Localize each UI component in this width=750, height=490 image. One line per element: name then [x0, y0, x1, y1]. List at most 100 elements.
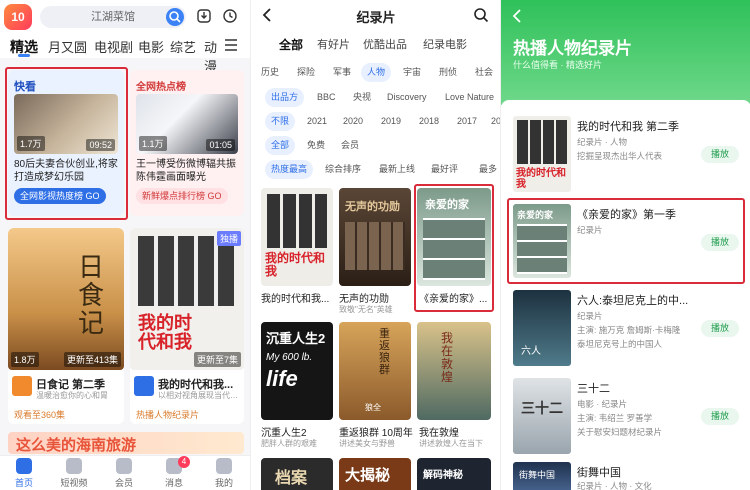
list-item[interactable]: 亲爱的家 《亲爱的家》第一季 纪录片 播放: [501, 202, 750, 286]
chip-love-nature[interactable]: Love Nature: [439, 88, 500, 107]
poster-title: 解码神秘: [423, 470, 463, 481]
chip-discovery[interactable]: Discovery: [381, 88, 433, 107]
chip-hottest[interactable]: 热度最高: [265, 160, 314, 179]
chip-2018[interactable]: 2018: [413, 112, 445, 131]
tab-doc-movies[interactable]: 纪录电影: [423, 36, 467, 52]
category-link[interactable]: 热播人物纪录片: [136, 408, 199, 421]
chip-2019[interactable]: 2019: [375, 112, 407, 131]
chip-best-rated[interactable]: 最好评: [425, 160, 464, 179]
chip-history[interactable]: 历史: [255, 63, 285, 82]
tab-variety[interactable]: 综艺: [170, 37, 196, 56]
list-item[interactable]: 三十二 三十二 电影 · 纪录片 主演: 韦绍兰 罗善学 关于慰安妇题材纪录片 …: [501, 378, 750, 462]
chip-overall[interactable]: 综合排序: [319, 160, 367, 179]
search-input[interactable]: 江湖菜馆: [40, 6, 186, 28]
tab-movie[interactable]: 电影: [138, 37, 164, 56]
chip-free[interactable]: 免费: [301, 136, 331, 155]
back-icon[interactable]: [511, 8, 523, 24]
item-title[interactable]: 《亲爱的家》...: [419, 290, 493, 305]
chip-year-more[interactable]: 20: [485, 112, 500, 131]
list-item[interactable]: 街舞中国 街舞中国 纪录片 · 人物 · 文化: [501, 462, 750, 490]
chip-society[interactable]: 社会: [469, 63, 499, 82]
show-card-rishiji[interactable]: 日食记 1.8万 更新至413集 日食记 第二季 温暖治愈你的心和胃 观看至36…: [8, 228, 124, 424]
chip-2017[interactable]: 2017: [451, 112, 483, 131]
portrait-grid: [138, 236, 234, 306]
poster-decode[interactable]: 解码神秘: [417, 458, 491, 490]
rishiji-poster[interactable]: 日食记 1.8万 更新至413集: [8, 228, 124, 370]
chip-producer[interactable]: 出品方: [265, 88, 305, 107]
item-title[interactable]: 我在敦煌: [419, 424, 493, 439]
item-title[interactable]: 沉重人生2: [261, 424, 335, 439]
play-button[interactable]: 播放: [701, 146, 739, 163]
poster-mytime[interactable]: 我的时代和我: [261, 188, 333, 286]
poster-dunhuang[interactable]: 我在敦煌: [417, 322, 491, 420]
item-title[interactable]: 无声的功勋: [339, 290, 413, 305]
search-placeholder: 江湖菜馆: [91, 11, 135, 23]
chip-people[interactable]: 人物: [361, 63, 392, 82]
chip-crime[interactable]: 刑侦: [433, 63, 463, 82]
poster-wolf-return[interactable]: 重返狼群 狼全: [339, 322, 411, 420]
chip-2020[interactable]: 2020: [337, 112, 369, 131]
quick-look-card[interactable]: 快看 1.7万 09:52 80后夫妻合伙创业,将家打造成梦幻乐园 全网影视热度…: [8, 70, 124, 216]
chip-most[interactable]: 最多: [473, 160, 500, 179]
app-badge-icon: [12, 376, 32, 396]
chip-any-year[interactable]: 不限: [265, 112, 296, 131]
poster-title: 亲爱的家: [517, 210, 554, 220]
chip-all[interactable]: 全部: [265, 136, 296, 155]
profile-icon: [216, 458, 232, 474]
fresh-ranking-pill[interactable]: 新鲜爆点排行榜 GO: [136, 188, 228, 204]
play-button[interactable]: 播放: [701, 408, 739, 425]
item-meta: 纪录片: [577, 311, 603, 321]
hot-list-thumbnail[interactable]: 1.1万 01:05: [136, 94, 238, 154]
poster-dear-home[interactable]: 亲爱的家: [417, 188, 491, 286]
history-icon[interactable]: [222, 8, 238, 24]
portrait-grid: [517, 120, 567, 164]
tab-tv[interactable]: 电视剧: [94, 37, 133, 56]
poster-reveal[interactable]: 大揭秘: [339, 458, 411, 490]
chip-cctv[interactable]: 央视: [347, 88, 377, 107]
search-icon[interactable]: [166, 8, 184, 26]
mytime-poster[interactable]: 我的时代和我 独播 更新至7集: [130, 228, 244, 370]
portrait-grid: [267, 194, 327, 248]
play-button[interactable]: 播放: [701, 320, 739, 337]
chip-bbc[interactable]: BBC: [311, 88, 342, 107]
download-icon[interactable]: [196, 8, 212, 24]
nav-home[interactable]: 首页: [6, 458, 42, 489]
nav-short-video[interactable]: 短视频: [56, 458, 92, 489]
chip-2021[interactable]: 2021: [301, 112, 333, 131]
play-button[interactable]: 播放: [701, 234, 739, 251]
show-card-mytime[interactable]: 我的时代和我 独播 更新至7集 我的时代和我... 以相对视角展现当代中华人代表…: [130, 228, 244, 424]
poster-silent-merit[interactable]: 无声的功勋: [339, 188, 411, 286]
chip-newest[interactable]: 最新上线: [373, 160, 421, 179]
tab-moon[interactable]: 月又圆: [48, 37, 87, 56]
list-item[interactable]: 我的时代和我 我的时代和我 第二季 纪录片 · 人物 挖掘呈现杰出华人代表 播放: [501, 114, 750, 198]
views-badge: 1.1万: [139, 136, 167, 151]
search-icon[interactable]: [473, 7, 489, 23]
chip-military[interactable]: 军事: [327, 63, 357, 82]
chip-universe[interactable]: 宇宙: [397, 63, 427, 82]
list-item[interactable]: 六人 六人:泰坦尼克上的中... 纪录片 主演: 施万克 詹姆斯·卡梅隆 泰坦尼…: [501, 290, 750, 374]
nav-messages[interactable]: 消息 4: [156, 456, 192, 489]
tab-good-films[interactable]: 有好片: [317, 36, 350, 52]
tab-all[interactable]: 全部: [279, 36, 303, 53]
quick-look-thumbnail[interactable]: 1.7万 09:52: [14, 94, 118, 154]
chip-vip[interactable]: 会员: [335, 136, 365, 155]
next-banner[interactable]: 这么美的海南旅游: [8, 432, 244, 454]
tab-youku-original[interactable]: 优酷出品: [363, 36, 407, 52]
continue-watching-link[interactable]: 观看至360集: [14, 408, 65, 421]
item-title[interactable]: 我的时代和我...: [261, 290, 335, 305]
item-title[interactable]: 重返狼群 10周年: [339, 424, 413, 439]
nav-me[interactable]: 我的: [206, 458, 242, 489]
message-count-badge: 4: [178, 456, 190, 468]
poster-archive[interactable]: 档案: [261, 458, 333, 490]
item-meta: 纪录片: [577, 225, 603, 235]
hot-ranking-pill[interactable]: 全网影视热度榜 GO: [14, 188, 106, 204]
people-doc-panel: 热播人物纪录片 什么值得看 · 精选好片 我的时代和我 我的时代和我 第二季 纪…: [500, 0, 750, 490]
chip-explore[interactable]: 探险: [291, 63, 321, 82]
app-logo[interactable]: 10: [4, 4, 32, 30]
menu-icon[interactable]: [224, 39, 238, 51]
hot-list-card[interactable]: 全网热点榜 1.1万 01:05 王一博受伤微博辐共振 陈伟霆画面曝光 新鲜爆点…: [130, 70, 244, 216]
poster-heavy-life[interactable]: 沉重人生2 My 600 lb. life: [261, 322, 333, 420]
doc-tabs: 全部 有好片 优酷出品 纪录电影: [251, 36, 500, 54]
nav-vip[interactable]: 会员: [106, 458, 142, 489]
poster-title: 六人: [521, 346, 541, 357]
